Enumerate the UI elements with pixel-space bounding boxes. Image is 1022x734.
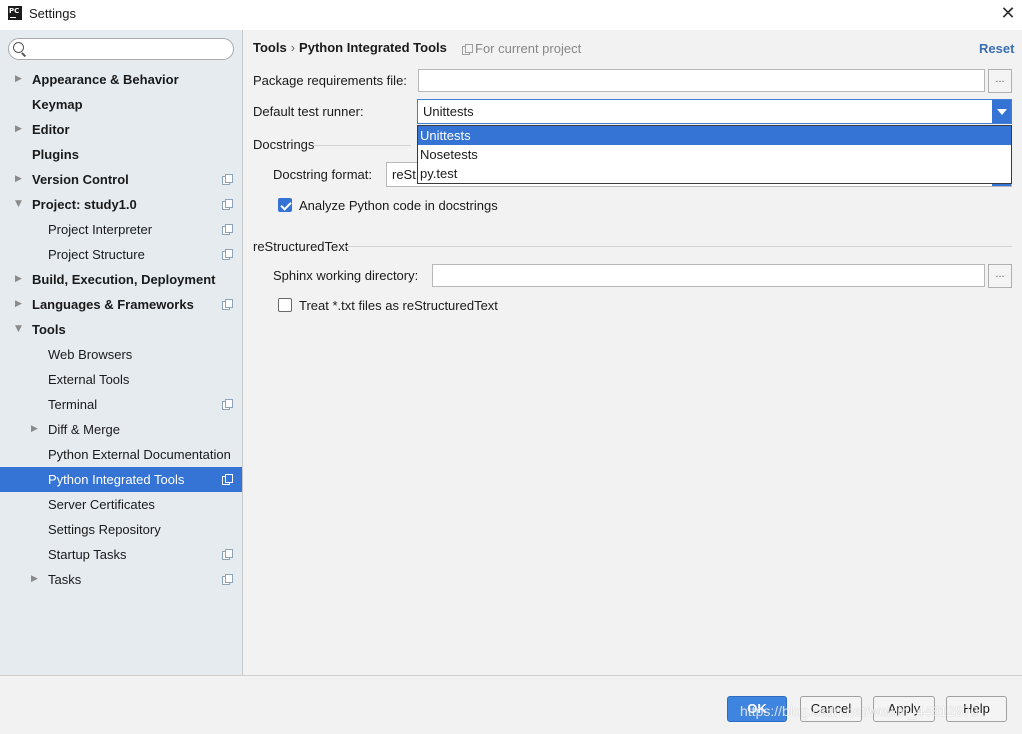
sidebar-item-label: Project: study1.0 — [32, 197, 137, 212]
expand-arrow-icon[interactable]: ▶ — [31, 567, 41, 592]
sidebar-item-label: Web Browsers — [48, 347, 133, 362]
project-scope-icon — [222, 174, 233, 185]
sidebar-item-label: Project Structure — [48, 247, 145, 262]
sidebar-item-settings-repository[interactable]: Settings Repository — [0, 517, 242, 542]
analyze-docstrings-checkbox[interactable] — [278, 198, 292, 212]
sidebar-item-external-tools[interactable]: External Tools — [0, 367, 242, 392]
test-runner-label: Default test runner: — [253, 104, 364, 119]
breadcrumb: Tools › Python Integrated Tools — [253, 40, 447, 55]
sidebar-item-label: Editor — [32, 122, 70, 137]
expand-arrow-icon[interactable]: ▶ — [15, 67, 25, 92]
project-scope-icon — [222, 199, 233, 210]
test-runner-value: Unittests — [423, 104, 474, 119]
sidebar-item-label: Python External Documentation — [48, 447, 231, 462]
rest-section-title: reStructuredText — [253, 239, 349, 254]
sidebar-item-terminal[interactable]: Terminal — [0, 392, 242, 417]
sidebar-item-label: Version Control — [32, 172, 129, 187]
window-title: Settings — [29, 6, 76, 21]
sidebar-item-label: Project Interpreter — [48, 222, 153, 237]
sidebar-item-server-certificates[interactable]: Server Certificates — [0, 492, 242, 517]
breadcrumb-separator: › — [290, 40, 296, 55]
section-divider — [313, 145, 411, 146]
sidebar-item-label: Appearance & Behavior — [32, 72, 179, 87]
project-scope-icon — [462, 44, 473, 55]
sidebar-item-languages-frameworks[interactable]: ▶ Languages & Frameworks — [0, 292, 242, 317]
dropdown-option-pytest[interactable]: py.test — [418, 164, 1011, 183]
sidebar-item-label: Settings Repository — [48, 522, 161, 537]
sidebar-item-label: Languages & Frameworks — [32, 297, 194, 312]
scope-hint: For current project — [462, 41, 581, 56]
dropdown-option-unittests[interactable]: Unittests — [418, 126, 1011, 145]
expand-arrow-icon[interactable]: ▶ — [15, 292, 25, 317]
sidebar-item-label: Startup Tasks — [48, 547, 127, 562]
search-input[interactable] — [8, 38, 234, 60]
project-scope-icon — [222, 549, 233, 560]
project-scope-icon — [222, 299, 233, 310]
sidebar-item-label: Tasks — [48, 572, 82, 587]
close-icon[interactable]: ✕ — [998, 4, 1018, 24]
sidebar-item-web-browsers[interactable]: Web Browsers — [0, 342, 242, 367]
sidebar-item-label: Build, Execution, Deployment — [32, 272, 216, 287]
title-bar: PC Settings ✕ — [0, 0, 1022, 30]
sidebar-item-version-control[interactable]: ▶ Version Control — [0, 167, 242, 192]
sidebar-item-label: External Tools — [48, 372, 130, 387]
collapse-arrow-icon[interactable]: ▼ — [15, 192, 25, 217]
sidebar-item-label: Tools — [32, 322, 66, 337]
analyze-docstrings-label: Analyze Python code in docstrings — [299, 198, 498, 213]
docstring-format-label: Docstring format: — [273, 167, 372, 182]
sidebar-item-label: Python Integrated Tools — [48, 472, 185, 487]
sidebar-item-python-external-documentation[interactable]: Python External Documentation — [0, 442, 242, 467]
project-scope-icon — [222, 224, 233, 235]
sidebar-item-startup-tasks[interactable]: Startup Tasks — [0, 542, 242, 567]
dropdown-option-nosetests[interactable]: Nosetests — [418, 145, 1011, 164]
project-scope-icon — [222, 574, 233, 585]
sidebar-item-plugins[interactable]: Plugins — [0, 142, 242, 167]
page-title: Python Integrated Tools — [299, 40, 447, 55]
sidebar-item-tasks[interactable]: ▶ Tasks — [0, 567, 242, 592]
treat-txt-checkbox[interactable] — [278, 298, 292, 312]
sidebar-item-build-execution-deployment[interactable]: ▶ Build, Execution, Deployment — [0, 267, 242, 292]
project-scope-icon — [222, 474, 233, 485]
expand-arrow-icon[interactable]: ▶ — [31, 417, 41, 442]
scope-text: For current project — [475, 41, 582, 56]
expand-arrow-icon[interactable]: ▶ — [15, 267, 25, 292]
pycharm-app-icon: PC — [8, 6, 22, 20]
reset-link[interactable]: Reset — [979, 41, 1014, 56]
sidebar-item-editor[interactable]: ▶ Editor — [0, 117, 242, 142]
project-scope-icon — [222, 249, 233, 260]
section-divider — [344, 246, 1012, 247]
browse-requirements-button[interactable]: ... — [988, 69, 1012, 93]
sidebar-item-project-structure[interactable]: Project Structure — [0, 242, 242, 267]
treat-txt-label: Treat *.txt files as reStructuredText — [299, 298, 498, 313]
docstrings-section-title: Docstrings — [253, 137, 315, 152]
sidebar-item-label: Server Certificates — [48, 497, 155, 512]
search-icon — [13, 42, 24, 53]
sidebar-item-appearance-behavior[interactable]: ▶ Appearance & Behavior — [0, 67, 242, 92]
sphinx-dir-label: Sphinx working directory: — [273, 268, 419, 283]
test-runner-dropdown: Unittests Nosetests py.test — [417, 125, 1012, 184]
expand-arrow-icon[interactable]: ▶ — [15, 117, 25, 142]
watermark-text: https://blog.csdn.net/weixin_44812870 — [740, 703, 979, 719]
breadcrumb-parent: Tools — [253, 40, 287, 55]
sphinx-dir-field[interactable] — [432, 264, 985, 287]
test-runner-select[interactable]: Unittests — [417, 99, 1012, 124]
sidebar-item-python-integrated-tools[interactable]: Python Integrated Tools — [0, 467, 242, 492]
sidebar-item-tools[interactable]: ▼ Tools — [0, 317, 242, 342]
sidebar-item-label: Plugins — [32, 147, 79, 162]
browse-sphinx-button[interactable]: ... — [988, 264, 1012, 288]
sidebar-item-keymap[interactable]: Keymap — [0, 92, 242, 117]
sidebar-item-diff-merge[interactable]: ▶ Diff & Merge — [0, 417, 242, 442]
project-scope-icon — [222, 399, 233, 410]
sidebar-item-project-interpreter[interactable]: Project Interpreter — [0, 217, 242, 242]
sidebar-item-label: Terminal — [48, 397, 98, 412]
package-requirements-field[interactable] — [418, 69, 985, 92]
sidebar-item-label: Keymap — [32, 97, 83, 112]
package-requirements-label: Package requirements file: — [253, 73, 407, 88]
sidebar-item-label: Diff & Merge — [48, 422, 121, 437]
docstring-format-value: reSt — [392, 167, 416, 182]
chevron-down-icon[interactable] — [992, 100, 1011, 123]
collapse-arrow-icon[interactable]: ▼ — [15, 317, 25, 342]
expand-arrow-icon[interactable]: ▶ — [15, 167, 25, 192]
sidebar-item-project[interactable]: ▼ Project: study1.0 — [0, 192, 242, 217]
